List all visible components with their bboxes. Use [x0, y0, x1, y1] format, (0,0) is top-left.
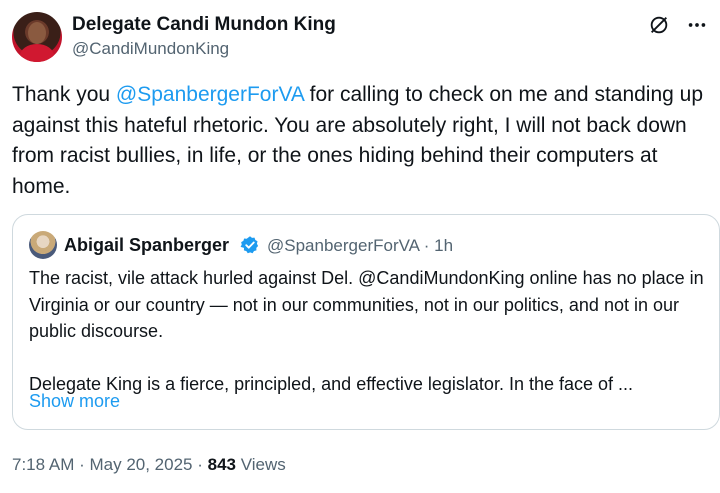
tweet-text-start: Thank you — [12, 83, 116, 106]
more-icon[interactable] — [686, 14, 708, 36]
views-count: 843 — [207, 455, 236, 474]
verified-badge-icon — [240, 236, 259, 254]
quote-paragraph-1: The racist, vile attack hurled against D… — [29, 268, 704, 341]
views-label: Views — [235, 455, 286, 474]
avatar[interactable] — [12, 12, 62, 62]
mention-link[interactable]: @SpanbergerForVA — [116, 83, 304, 106]
tweet-header: Delegate Candi Mundon King @CandiMundonK… — [12, 12, 712, 62]
quote-author-name[interactable]: Abigail Spanberger — [64, 235, 229, 256]
author-handle[interactable]: @CandiMundonKing — [72, 39, 229, 59]
tweet-text: Thank you @SpanbergerForVA for calling t… — [12, 80, 712, 202]
show-more-link[interactable]: Show more — [29, 391, 120, 412]
quote-avatar[interactable] — [29, 231, 57, 259]
quote-paragraph-2: Delegate King is a fierce, principled, a… — [29, 373, 634, 394]
quoted-tweet[interactable]: Abigail Spanberger @SpanbergerForVA · 1h… — [12, 214, 720, 430]
timestamp[interactable]: 7:18 AM · May 20, 2025 · — [12, 455, 208, 474]
author-display-name[interactable]: Delegate Candi Mundon King — [72, 14, 336, 36]
grok-icon[interactable] — [648, 14, 670, 36]
tweet-meta: 7:18 AM · May 20, 2025 · 843 Views — [12, 455, 286, 475]
quote-handle-time[interactable]: @SpanbergerForVA · 1h — [267, 236, 453, 256]
quote-body: The racist, vile attack hurled against D… — [29, 265, 709, 397]
